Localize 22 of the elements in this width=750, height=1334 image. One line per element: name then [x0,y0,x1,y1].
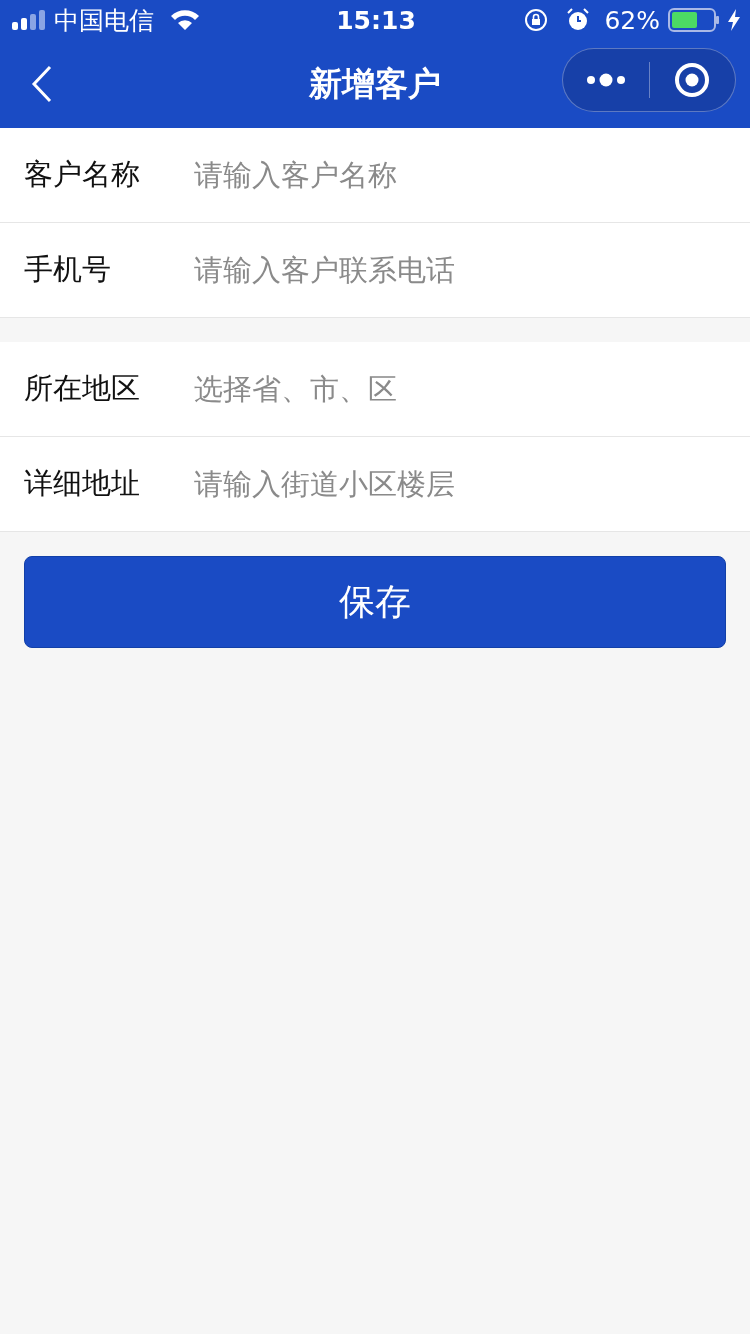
input-field[interactable]: 选择省、市、区 [194,372,750,406]
clock-time: 15:13 [336,5,416,35]
battery-icon [668,8,720,32]
input-field[interactable]: 请输入客户名称 [194,158,750,192]
rotation-lock-icon [524,8,549,32]
field-label: 所在地区 [24,370,141,407]
field-label: 手机号 [24,251,112,288]
carrier-name: 中国电信 [54,4,154,37]
input-field[interactable]: 请输入客户联系电话 [194,253,750,287]
page-title: 新增客户 [309,63,441,103]
back-icon[interactable] [30,64,54,104]
save-button[interactable]: 保存 [24,556,726,648]
more-icon[interactable] [586,73,625,87]
field-label: 详细地址 [24,465,141,502]
wifi-icon [170,9,200,31]
charging-icon [728,9,740,31]
field-label: 客户名称 [24,156,141,193]
input-field[interactable]: 请输入街道小区楼层 [194,467,750,501]
battery-percent: 62% [604,5,660,35]
alarm-icon [566,8,591,32]
close-icon[interactable] [674,62,711,98]
signal-icon [12,10,46,30]
